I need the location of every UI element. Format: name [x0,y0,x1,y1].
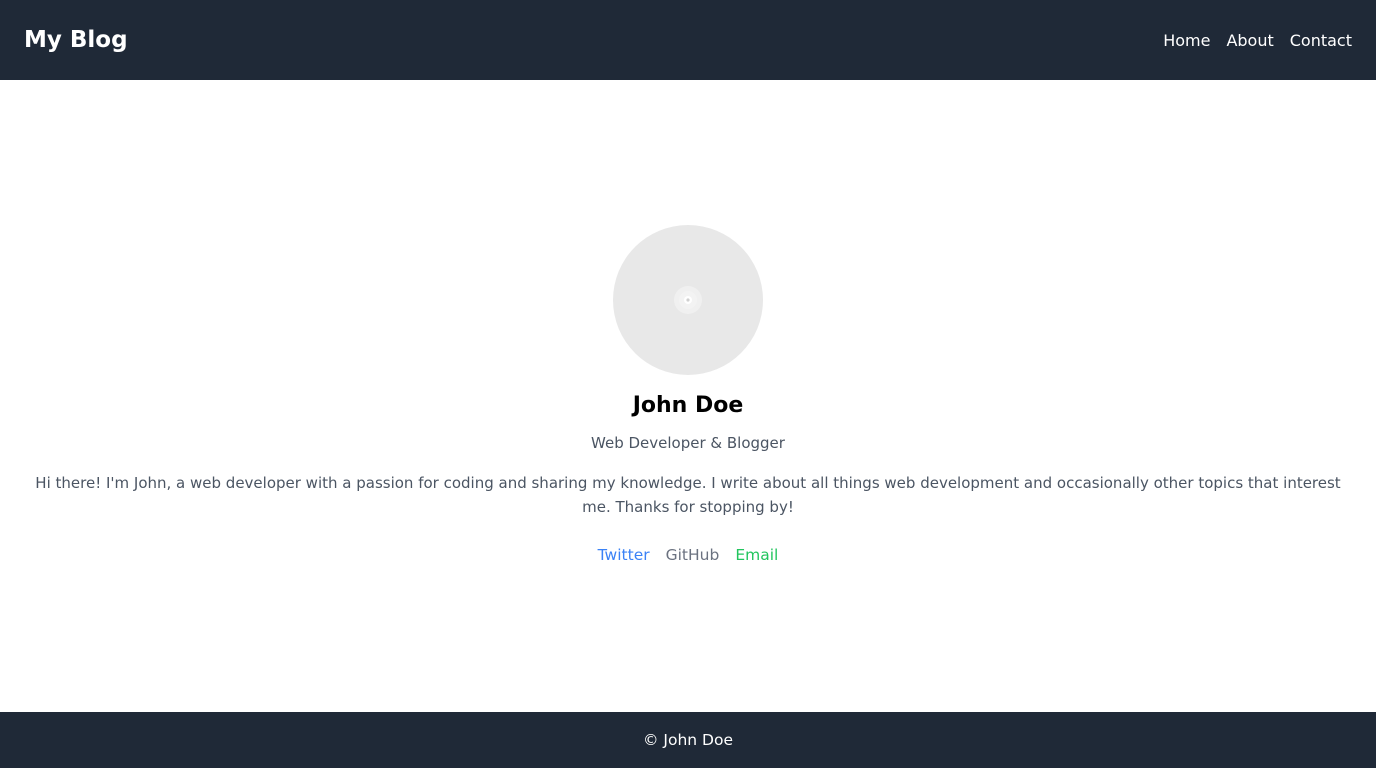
nav-link-about[interactable]: About [1226,31,1273,50]
profile-bio: Hi there! I'm John, a web developer with… [35,474,1341,516]
avatar [613,225,763,375]
main-nav: Home About Contact [1163,31,1352,50]
site-footer: © John Doe [0,712,1376,768]
nav-link-home[interactable]: Home [1163,31,1210,50]
site-header: My Blog Home About Contact [0,0,1376,80]
site-brand-link[interactable]: My Blog [24,27,128,53]
footer-copyright: © John Doe [642,731,733,749]
nav-link-contact[interactable]: Contact [1290,31,1352,50]
github-link[interactable]: GitHub [666,544,720,566]
twitter-link[interactable]: Twitter [598,544,650,566]
profile-section: John Doe Web Developer & Blogger Hi ther… [0,80,1376,712]
profile-role: Web Developer & Blogger [591,434,785,452]
profile-name: John Doe [632,393,744,418]
image-placeholder-icon [674,286,702,314]
email-link[interactable]: Email [735,544,778,566]
social-links: Twitter GitHub Email [0,544,1376,566]
